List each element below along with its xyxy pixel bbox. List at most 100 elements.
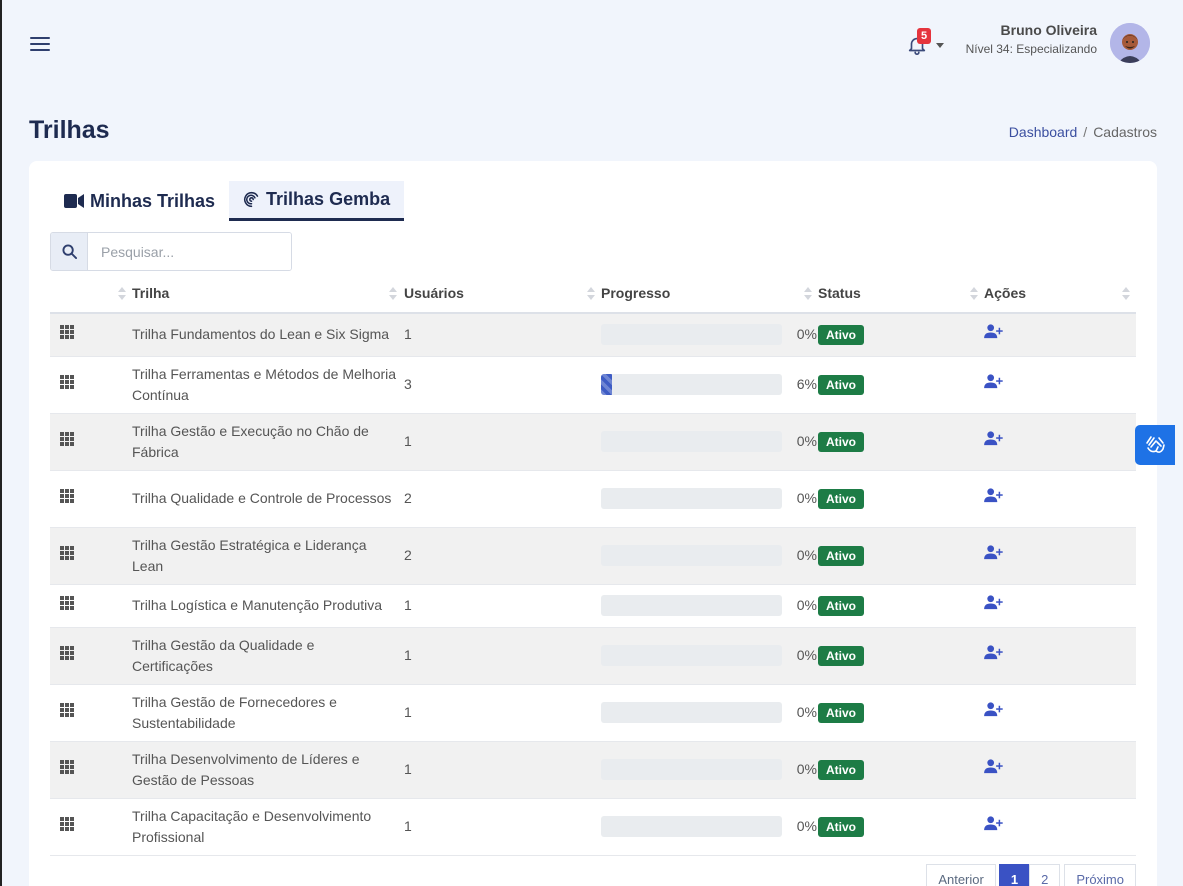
status-badge: Ativo <box>818 760 864 780</box>
drag-grid-icon[interactable] <box>60 703 74 717</box>
pagination-page-1[interactable]: 1 <box>998 864 1031 886</box>
status-badge: Ativo <box>818 817 864 837</box>
progress-percentage: 0% <box>796 818 817 834</box>
pagination: Anterior 1 2 Próximo <box>926 864 1136 886</box>
user-plus-icon <box>984 324 1003 339</box>
add-user-button[interactable] <box>984 545 1003 566</box>
progress-percentage: 0% <box>796 490 817 506</box>
add-user-button[interactable] <box>984 374 1003 395</box>
actions-cell <box>984 584 1136 628</box>
trilhas-table: Trilha Usuários Progresso Status Ações T… <box>50 274 1136 856</box>
status-cell: Ativo <box>818 413 984 471</box>
trilha-name: Trilha Gestão de Fornecedores e Sustenta… <box>132 684 403 742</box>
status-badge: Ativo <box>818 596 864 616</box>
column-header-acoes[interactable]: Ações <box>984 274 1136 314</box>
avatar[interactable] <box>1110 23 1150 63</box>
column-header-drag[interactable] <box>50 274 132 314</box>
content-card: Minhas Trilhas Trilhas Gemba Trilha Usuá <box>29 161 1157 886</box>
column-header-status[interactable]: Status <box>818 274 984 314</box>
user-avatar-icon <box>1110 23 1150 63</box>
progress-bar-fill <box>601 374 612 395</box>
progress-percentage: 0% <box>796 326 817 343</box>
progress-percentage: 0% <box>796 647 817 663</box>
add-user-button[interactable] <box>984 324 1003 345</box>
progress-cell: 0% <box>601 741 818 799</box>
users-count: 1 <box>403 413 601 471</box>
drag-grid-icon[interactable] <box>60 817 74 831</box>
users-count: 1 <box>403 627 601 685</box>
table-row: Trilha Gestão e Execução no Chão de Fábr… <box>50 413 1136 471</box>
user-plus-icon <box>984 702 1003 717</box>
drag-handle-cell <box>50 527 132 585</box>
hamburger-line <box>30 43 50 45</box>
add-user-button[interactable] <box>984 595 1003 616</box>
status-cell: Ativo <box>818 313 984 357</box>
status-badge: Ativo <box>818 489 864 509</box>
progress-bar <box>601 545 782 566</box>
menu-toggle-button[interactable] <box>30 37 50 53</box>
progress-percentage: 0% <box>796 761 817 777</box>
drag-grid-icon[interactable] <box>60 325 74 340</box>
drag-grid-icon[interactable] <box>60 546 74 560</box>
add-user-button[interactable] <box>984 488 1003 509</box>
tab-trilhas-gemba[interactable]: Trilhas Gemba <box>229 181 405 221</box>
column-header-progresso[interactable]: Progresso <box>601 274 818 314</box>
search-input[interactable] <box>88 233 291 270</box>
pagination-next-button[interactable]: Próximo <box>1064 864 1136 886</box>
progress-cell: 0% <box>601 627 818 685</box>
table-row: Trilha Capacitação e Desenvolvimento Pro… <box>50 798 1136 856</box>
status-badge: Ativo <box>818 546 864 566</box>
user-plus-icon <box>984 759 1003 774</box>
drag-grid-icon[interactable] <box>60 760 74 774</box>
table-row: Trilha Logística e Manutenção Produtiva … <box>50 584 1136 628</box>
add-user-button[interactable] <box>984 759 1003 780</box>
column-header-trilha[interactable]: Trilha <box>132 274 403 314</box>
status-cell: Ativo <box>818 470 984 528</box>
drag-handle-cell <box>50 584 132 628</box>
users-count: 3 <box>403 356 601 414</box>
trilha-name: Trilha Desenvolvimento de Líderes e Gest… <box>132 741 403 799</box>
user-plus-icon <box>984 488 1003 503</box>
drag-grid-icon[interactable] <box>60 375 74 389</box>
user-info[interactable]: Bruno Oliveira Nível 34: Especializando <box>966 22 1097 56</box>
progress-cell: 0% <box>601 527 818 585</box>
tab-minhas-trilhas[interactable]: Minhas Trilhas <box>50 181 229 221</box>
hamburger-line <box>30 37 50 39</box>
drag-handle-cell <box>50 741 132 799</box>
notifications-button[interactable]: 5 <box>904 28 946 58</box>
trilha-name: Trilha Gestão e Execução no Chão de Fábr… <box>132 413 403 471</box>
add-user-button[interactable] <box>984 645 1003 666</box>
status-badge: Ativo <box>818 325 864 346</box>
progress-bar <box>601 759 782 780</box>
column-header-usuarios[interactable]: Usuários <box>403 274 601 314</box>
drag-grid-icon[interactable] <box>60 596 74 610</box>
drag-grid-icon[interactable] <box>60 489 74 503</box>
status-badge: Ativo <box>818 432 864 452</box>
drag-grid-icon[interactable] <box>60 432 74 446</box>
pagination-previous-button[interactable]: Anterior <box>926 864 996 886</box>
drag-grid-icon[interactable] <box>60 646 74 660</box>
sort-icon <box>587 287 595 301</box>
user-plus-icon <box>984 374 1003 389</box>
status-badge: Ativo <box>818 646 864 666</box>
progress-percentage: 0% <box>796 704 817 720</box>
breadcrumb-link-dashboard[interactable]: Dashboard <box>1009 124 1078 140</box>
progress-bar <box>601 488 782 509</box>
search-button[interactable] <box>51 233 88 270</box>
status-cell: Ativo <box>818 684 984 742</box>
pagination-page-2[interactable]: 2 <box>1029 864 1061 886</box>
drag-handle-cell <box>50 413 132 471</box>
progress-cell: 0% <box>601 584 818 628</box>
table-body: Trilha Fundamentos do Lean e Six Sigma 1… <box>50 313 1136 856</box>
add-user-button[interactable] <box>984 816 1003 837</box>
add-user-button[interactable] <box>984 702 1003 723</box>
status-cell: Ativo <box>818 527 984 585</box>
table-row: Trilha Gestão de Fornecedores e Sustenta… <box>50 684 1136 742</box>
status-cell: Ativo <box>818 798 984 856</box>
progress-percentage: 6% <box>796 376 817 392</box>
accessibility-sign-language-button[interactable] <box>1135 425 1175 465</box>
progress-cell: 0% <box>601 413 818 471</box>
add-user-button[interactable] <box>984 431 1003 452</box>
users-count: 1 <box>403 313 601 357</box>
sign-language-hands-icon <box>1146 436 1165 453</box>
